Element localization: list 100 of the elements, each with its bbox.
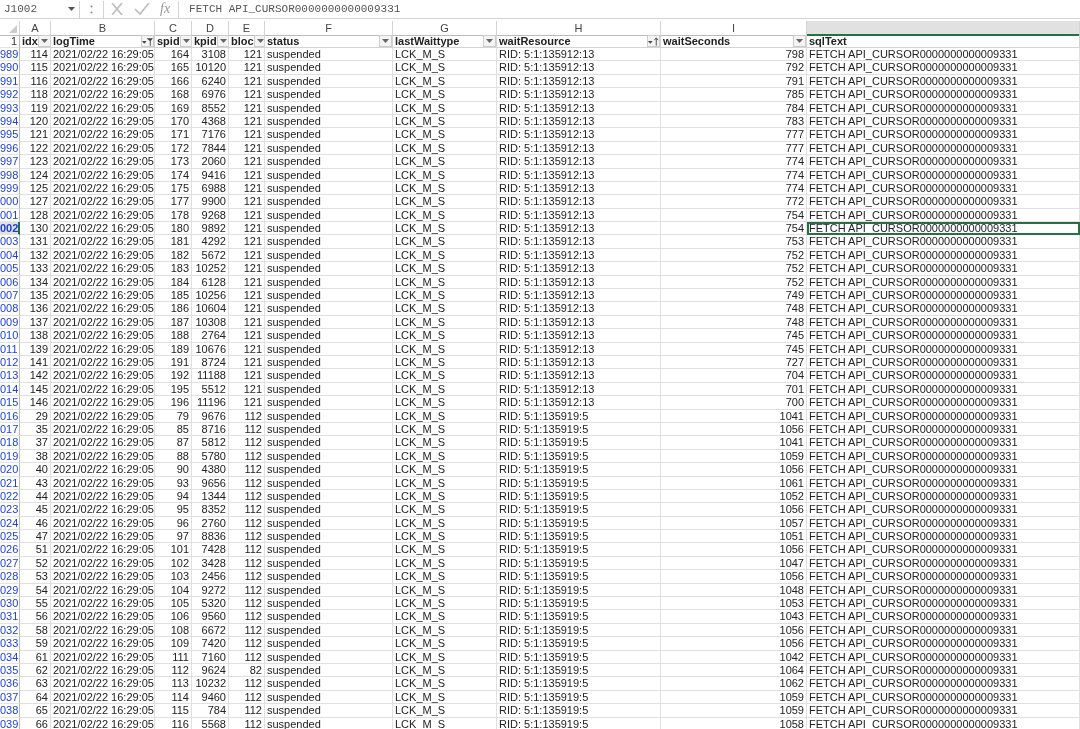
row-header[interactable]: 038 (0, 704, 20, 718)
table-cell: 2021/02/22 16:29:05 (51, 516, 155, 531)
row-header[interactable]: 026 (0, 543, 20, 557)
row-header[interactable]: 996 (0, 141, 20, 156)
row-header[interactable]: 002 (0, 222, 20, 236)
table-cell: 10308 (192, 315, 229, 330)
row-header[interactable]: 022 (0, 489, 20, 504)
row-header[interactable]: 997 (0, 155, 20, 169)
row-header[interactable]: 990 (0, 61, 20, 75)
row-header[interactable]: 035 (0, 663, 20, 678)
row-header[interactable]: 021 (0, 476, 20, 490)
row-header[interactable]: 032 (0, 623, 20, 638)
table-cell: suspended (265, 690, 393, 705)
table-cell: 139 (20, 342, 51, 356)
table-cell: LCK_M_S (393, 583, 497, 597)
table-cell: LCK_M_S (393, 329, 497, 343)
dropdown-icon (796, 39, 803, 43)
row-header[interactable]: 025 (0, 530, 20, 544)
dropdown-icon (486, 39, 493, 43)
row-header[interactable]: 017 (0, 422, 20, 437)
name-box[interactable]: J1002 (0, 0, 80, 18)
table-cell: FETCH API_CURSOR0000000000009331 (807, 436, 1080, 450)
row-header[interactable]: 013 (0, 369, 20, 383)
row-header[interactable]: 012 (0, 356, 20, 370)
table-cell: 2456 (192, 570, 229, 584)
row-header[interactable]: 039 (0, 717, 20, 729)
table-cell: 121 (229, 302, 265, 316)
row-header[interactable]: 011 (0, 342, 20, 356)
row-header[interactable]: 005 (0, 262, 20, 276)
filter-button[interactable] (483, 35, 496, 47)
table-cell: 177 (155, 195, 192, 209)
row-header[interactable]: 994 (0, 114, 20, 129)
row-header[interactable]: 028 (0, 570, 20, 584)
row-header[interactable]: 006 (0, 275, 20, 290)
row-header[interactable]: 010 (0, 329, 20, 343)
row-header[interactable]: 014 (0, 382, 20, 397)
row-header[interactable]: 009 (0, 315, 20, 330)
table-cell: 1057 (661, 516, 807, 531)
table-cell: 1056 (661, 422, 807, 437)
table-cell: 44 (20, 489, 51, 504)
row-header[interactable]: 033 (0, 637, 20, 651)
row-header[interactable]: 007 (0, 289, 20, 303)
row-header[interactable]: 030 (0, 597, 20, 611)
row-header[interactable]: 999 (0, 181, 20, 196)
table-cell: FETCH API_CURSOR0000000000009331 (807, 222, 1080, 236)
row-header[interactable]: 000 (0, 195, 20, 209)
filter-button[interactable] (379, 35, 392, 47)
table-cell: RID: 5:1:135912:13 (497, 262, 661, 276)
row-header[interactable]: 031 (0, 610, 20, 624)
table-cell: 8352 (192, 503, 229, 517)
table-cell: 10120 (192, 61, 229, 75)
row-header[interactable]: 989 (0, 48, 20, 62)
row-header[interactable]: 008 (0, 302, 20, 316)
filter-icon (142, 36, 153, 46)
table-cell: 2021/02/22 16:29:05 (51, 315, 155, 330)
row-header[interactable]: 998 (0, 168, 20, 182)
row-header[interactable]: 016 (0, 409, 20, 423)
row-header[interactable]: 034 (0, 650, 20, 664)
row-header[interactable]: 024 (0, 516, 20, 531)
table-cell: 2021/02/22 16:29:05 (51, 101, 155, 115)
row-header[interactable]: 029 (0, 583, 20, 597)
table-cell: 66 (20, 717, 51, 729)
table-cell: suspended (265, 382, 393, 397)
table-cell: suspended (265, 677, 393, 691)
column-letter[interactable] (807, 21, 1080, 36)
row-header[interactable]: 991 (0, 74, 20, 89)
table-cell: 119 (20, 101, 51, 115)
formula-field[interactable]: FETCH API_CURSOR0000000000009331 (179, 3, 401, 15)
row-header[interactable]: 992 (0, 88, 20, 102)
row-header[interactable]: 995 (0, 128, 20, 142)
row-header[interactable]: 003 (0, 235, 20, 249)
filter-button[interactable] (141, 35, 154, 47)
table-cell: LCK_M_S (393, 369, 497, 383)
filter-button[interactable] (253, 35, 264, 47)
row-header[interactable]: 018 (0, 436, 20, 450)
table-cell: FETCH API_CURSOR0000000000009331 (807, 543, 1080, 557)
table-cell: LCK_M_S (393, 449, 497, 464)
filter-button[interactable] (216, 35, 228, 47)
row-header[interactable]: 023 (0, 503, 20, 517)
table-cell: LCK_M_S (393, 74, 497, 89)
filter-button[interactable] (793, 35, 806, 47)
table-cell: 9416 (192, 168, 229, 182)
row-header[interactable]: 036 (0, 677, 20, 691)
row-header[interactable]: 1 (0, 35, 20, 48)
filter-button[interactable] (179, 35, 191, 47)
row-header[interactable]: 004 (0, 248, 20, 263)
row-header[interactable]: 027 (0, 556, 20, 571)
table-cell: suspended (265, 663, 393, 678)
row-header[interactable]: 015 (0, 396, 20, 410)
filter-button[interactable] (647, 35, 660, 47)
row-header[interactable]: 020 (0, 463, 20, 477)
table-cell: RID: 5:1:135912:13 (497, 382, 661, 397)
row-header[interactable]: 019 (0, 449, 20, 464)
row-header[interactable]: 037 (0, 690, 20, 705)
filter-button[interactable] (37, 35, 50, 47)
row-header[interactable]: 993 (0, 101, 20, 115)
table-cell: FETCH API_CURSOR0000000000009331 (807, 208, 1080, 223)
table-cell: 64 (20, 690, 51, 705)
table-cell: 121 (229, 275, 265, 290)
drag-handle-icon[interactable] (90, 4, 93, 14)
